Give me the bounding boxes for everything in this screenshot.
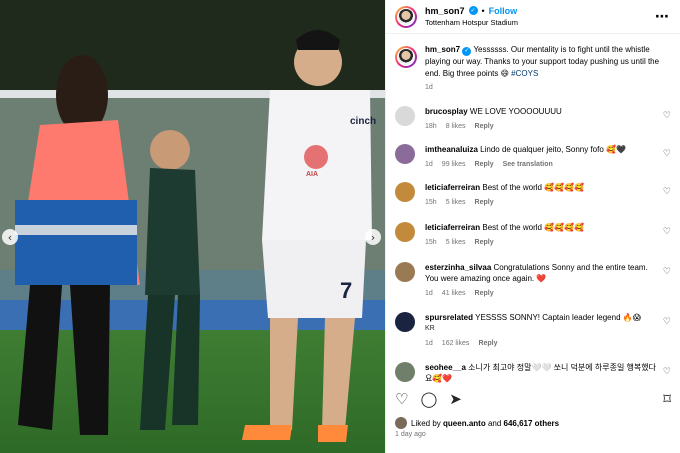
reply-button[interactable]: Reply — [475, 121, 494, 132]
reply-button[interactable]: Reply — [475, 159, 494, 170]
comment-text: YESSSS SONNY! Captain leader legend 🔥😱 — [475, 313, 642, 322]
comment-icon[interactable]: ◯ — [420, 390, 437, 408]
comment-username[interactable]: esterzinha_silvaa — [425, 263, 491, 272]
post-actions-bar: ♡ ◯ ➤ ⌑ — [395, 388, 671, 410]
heart-icon[interactable]: ♡ — [663, 227, 671, 237]
comment-username[interactable]: imtheanaluiza — [425, 145, 478, 154]
comment-username[interactable]: leticiaferreiran — [425, 223, 480, 232]
comments-list[interactable]: hm_son7 ✓ Yessssss. Our mentality is to … — [386, 38, 680, 386]
shorts-number: 7 — [340, 278, 352, 303]
comment-username[interactable]: spursrelated — [425, 313, 473, 322]
see-translation-button[interactable]: See translation — [503, 159, 553, 170]
header-username[interactable]: hm_son7 — [425, 5, 465, 17]
reply-button[interactable]: Reply — [475, 197, 494, 208]
separator-dot: • — [481, 5, 485, 16]
comment-username[interactable]: brucosplay — [425, 107, 468, 116]
list-item: spursrelated YESSSS SONNY! Captain leade… — [395, 312, 671, 349]
post-details-pane: hm_son7 ✓ • Follow Tottenham Hotspur Sta… — [385, 0, 680, 453]
follow-button[interactable]: Follow — [489, 5, 518, 17]
reply-button[interactable]: Reply — [475, 237, 494, 248]
comment-like-count[interactable]: 162 likes — [442, 338, 470, 349]
caption-timestamp: 1d — [425, 84, 433, 91]
comment-timestamp: 15h — [425, 239, 437, 246]
caption-username[interactable]: hm_son7 — [425, 45, 460, 54]
comment-like-count[interactable]: 5 likes — [446, 237, 466, 248]
post-timestamp: 1 day ago — [395, 431, 426, 438]
comment-timestamp: 1d — [425, 290, 433, 297]
heart-icon[interactable]: ♡ — [663, 267, 671, 277]
comment-like-count[interactable]: 8 likes — [446, 121, 466, 132]
list-item: leticiaferreiran Best of the world 🥰🥰🥰🥰 … — [395, 182, 671, 208]
liked-by-prefix: Liked by — [411, 418, 441, 428]
comment-timestamp: 15h — [425, 199, 437, 206]
likes-summary: Liked by queen.anto and 646,617 others — [395, 417, 559, 429]
comment-username[interactable]: leticiaferreiran — [425, 183, 480, 192]
heart-icon[interactable]: ♡ — [395, 390, 408, 408]
heart-icon[interactable]: ♡ — [663, 317, 671, 327]
hashtag-link[interactable]: #COYS — [511, 69, 538, 78]
liked-count[interactable]: 646,617 others — [504, 419, 560, 428]
location-link[interactable]: Tottenham Hotspur Stadium — [425, 17, 655, 29]
comment-region-label: KR — [425, 325, 435, 332]
comment-like-count[interactable]: 5 likes — [446, 197, 466, 208]
liker-avatar[interactable] — [395, 417, 407, 429]
caption-text: Yessssss. Our mentality is to fight unti… — [425, 45, 660, 78]
comment-timestamp: 1d — [425, 340, 433, 347]
comment-like-count[interactable]: 99 likes — [442, 159, 466, 170]
post-photo-illustration: cinch 7 AIA — [0, 0, 385, 453]
comment-avatar[interactable] — [395, 362, 415, 382]
comment-avatar[interactable] — [395, 262, 415, 282]
comment-like-count[interactable]: 41 likes — [442, 288, 466, 299]
liked-by-user[interactable]: queen.anto — [443, 419, 486, 428]
verified-badge-icon: ✓ — [468, 6, 478, 15]
chevron-right-icon[interactable]: › — [365, 229, 381, 245]
chevron-left-icon[interactable]: ‹ — [2, 229, 18, 245]
comment-timestamp: 18h — [425, 123, 437, 130]
post-header: hm_son7 ✓ • Follow Tottenham Hotspur Sta… — [386, 0, 680, 34]
jersey-sponsor-text: cinch — [350, 116, 376, 127]
heart-icon[interactable]: ♡ — [663, 149, 671, 159]
post-photo[interactable]: cinch 7 AIA ‹ › — [0, 0, 385, 453]
chest-sponsor-text: AIA — [306, 171, 318, 178]
comment-avatar[interactable] — [395, 222, 415, 242]
verified-badge-icon: ✓ — [462, 46, 472, 56]
list-item: esterzinha_silvaa Congratulations Sonny … — [395, 262, 671, 299]
reply-button[interactable]: Reply — [475, 288, 494, 299]
caption-avatar[interactable] — [395, 46, 417, 68]
comment-avatar[interactable] — [395, 144, 415, 164]
comment-text: WE LOVE YOOOOUUUU — [469, 107, 562, 116]
comment-text: Lindo de qualquer jeito, Sonny fofo 🥰🖤 — [480, 145, 626, 154]
list-item: seohee__a 소니가 최고야 정말🤍🤍 쏘니 덕분에 하루종일 행복했다요… — [395, 362, 671, 384]
bookmark-icon[interactable]: ⌑ — [663, 390, 671, 408]
comment-timestamp: 1d — [425, 161, 433, 168]
liked-by-mid: and — [487, 418, 502, 428]
comment-avatar[interactable] — [395, 106, 415, 126]
list-item: brucosplay WE LOVE YOOOOUUUU 18h 8 likes… — [395, 106, 671, 132]
more-icon[interactable]: ⋯ — [655, 8, 670, 25]
heart-icon[interactable]: ♡ — [663, 367, 671, 377]
comment-text: Best of the world 🥰🥰🥰🥰 — [482, 183, 585, 192]
comment-avatar[interactable] — [395, 182, 415, 202]
comment-username[interactable]: seohee__a — [425, 363, 466, 372]
comment-text: Best of the world 🥰🥰🥰🥰 — [482, 223, 585, 232]
comment-avatar[interactable] — [395, 312, 415, 332]
share-icon[interactable]: ➤ — [449, 390, 462, 408]
heart-icon[interactable]: ♡ — [663, 187, 671, 197]
post-caption: hm_son7 ✓ Yessssss. Our mentality is to … — [386, 38, 680, 98]
list-item: imtheanaluiza Lindo de qualquer jeito, S… — [395, 144, 671, 170]
list-item: leticiaferreiran Best of the world 🥰🥰🥰🥰 … — [395, 222, 671, 248]
heart-icon[interactable]: ♡ — [663, 111, 671, 121]
reply-button[interactable]: Reply — [478, 338, 497, 349]
avatar[interactable] — [395, 5, 417, 28]
